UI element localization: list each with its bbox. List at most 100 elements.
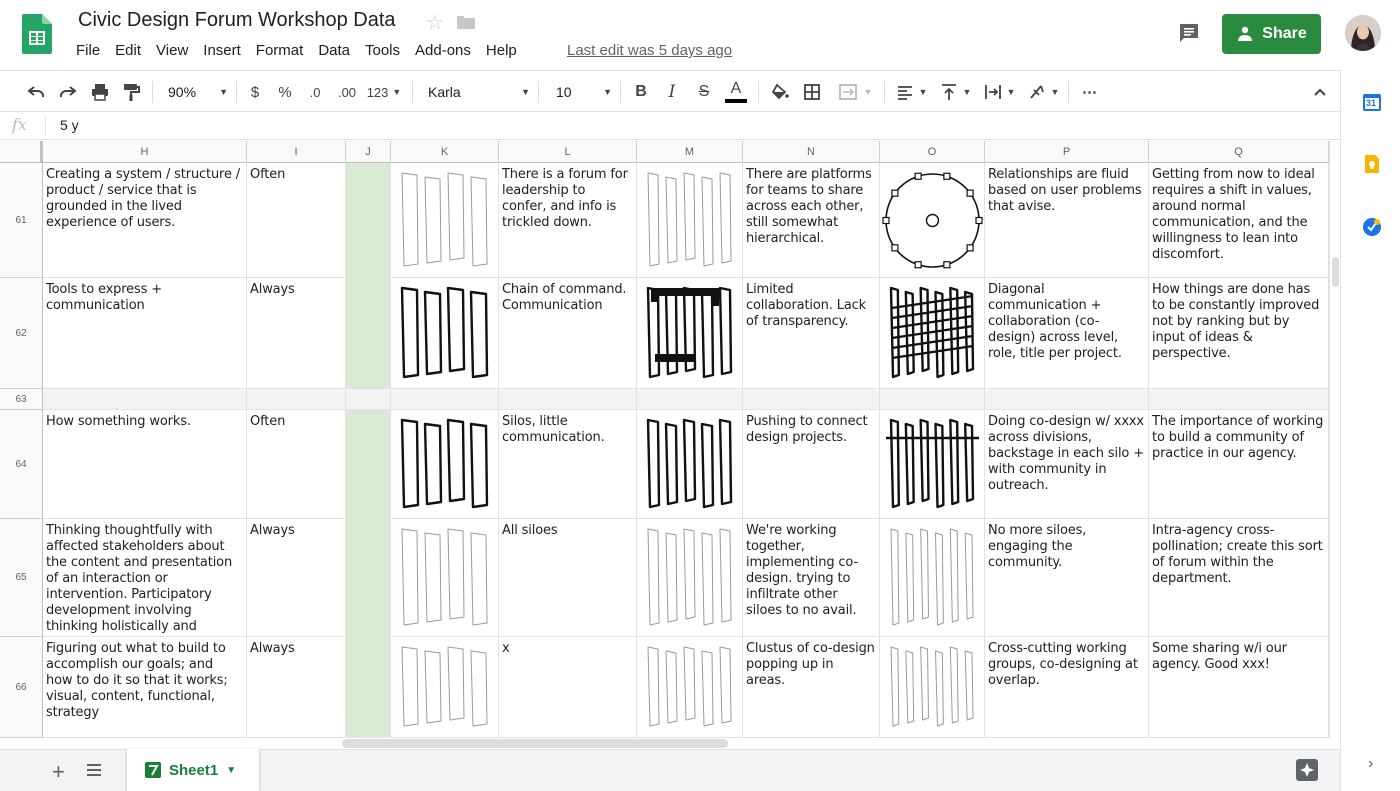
- cell-o[interactable]: [880, 278, 985, 389]
- cell-o[interactable]: [880, 637, 985, 738]
- cell-h[interactable]: How something works.: [43, 410, 247, 519]
- menu-insert[interactable]: Insert: [203, 42, 249, 59]
- cell-h[interactable]: Creating a system / structure / product …: [43, 163, 247, 278]
- percent-format-button[interactable]: %: [275, 80, 295, 104]
- row-header[interactable]: 63: [0, 389, 43, 410]
- cell-m[interactable]: [637, 163, 743, 278]
- cell-k[interactable]: [391, 637, 499, 738]
- cell-q[interactable]: How things are done has to be constantly…: [1149, 278, 1329, 389]
- more-options-icon[interactable]: ⋯: [1079, 80, 1101, 104]
- comment-history-icon[interactable]: [1177, 21, 1201, 45]
- cell-k[interactable]: [391, 389, 499, 410]
- menu-addons[interactable]: Add-ons: [415, 42, 479, 59]
- cell-i[interactable]: Often: [247, 410, 346, 519]
- column-header-j[interactable]: J: [346, 141, 391, 163]
- paint-format-button[interactable]: [119, 80, 143, 104]
- cell-m[interactable]: [637, 410, 743, 519]
- cell-h[interactable]: [43, 389, 247, 410]
- cell-j[interactable]: [346, 637, 391, 738]
- cell-p[interactable]: Doing co-design w/ xxxx across divisions…: [985, 410, 1149, 519]
- cell-l[interactable]: All siloes: [499, 519, 637, 637]
- cell-h[interactable]: Figuring out what to build to accomplish…: [43, 637, 247, 738]
- cell-n[interactable]: Clustus of co-design popping up in areas…: [743, 637, 880, 738]
- collapse-menus-button[interactable]: [1308, 80, 1332, 104]
- text-wrapping-button[interactable]: ▼: [981, 80, 1017, 104]
- cell-l[interactable]: x: [499, 637, 637, 738]
- menu-view[interactable]: View: [156, 42, 196, 59]
- cell-o[interactable]: [880, 389, 985, 410]
- row-header[interactable]: 62: [0, 278, 43, 389]
- formula-input[interactable]: 5 y: [60, 117, 79, 133]
- decrease-decimal-button[interactable]: .0: [303, 80, 327, 104]
- cell-o[interactable]: [880, 519, 985, 637]
- cell-h[interactable]: Tools to express + communication: [43, 278, 247, 389]
- column-header-k[interactable]: K: [391, 141, 499, 163]
- menu-data[interactable]: Data: [318, 42, 358, 59]
- row-header[interactable]: 64: [0, 410, 43, 519]
- explore-button[interactable]: [1296, 759, 1318, 781]
- calendar-icon[interactable]: 31: [1362, 92, 1382, 112]
- text-rotation-button[interactable]: ▼: [1024, 80, 1062, 104]
- column-header-l[interactable]: L: [499, 141, 637, 163]
- cell-p[interactable]: Relationships are fluid based on user pr…: [985, 163, 1149, 278]
- column-header-m[interactable]: M: [637, 141, 743, 163]
- column-header-p[interactable]: P: [985, 141, 1149, 163]
- cell-n[interactable]: Pushing to connect design projects.: [743, 410, 880, 519]
- cell-n[interactable]: There are platforms for teams to share a…: [743, 163, 880, 278]
- cell-l[interactable]: There is a forum for leadership to confe…: [499, 163, 637, 278]
- cell-i[interactable]: Always: [247, 278, 346, 389]
- cell-i[interactable]: Often: [247, 163, 346, 278]
- avatar[interactable]: [1345, 15, 1381, 51]
- cell-j[interactable]: [346, 519, 391, 637]
- menu-format[interactable]: Format: [256, 42, 312, 59]
- expand-panel-icon[interactable]: ›: [1368, 755, 1373, 773]
- menu-tools[interactable]: Tools: [365, 42, 408, 59]
- cell-m[interactable]: [637, 519, 743, 637]
- text-color-button[interactable]: A: [724, 80, 748, 104]
- cell-k[interactable]: [391, 519, 499, 637]
- cell-o[interactable]: [880, 163, 985, 278]
- currency-format-button[interactable]: $: [246, 80, 264, 104]
- bold-button[interactable]: B: [631, 80, 651, 104]
- column-header-i[interactable]: I: [247, 141, 346, 163]
- merge-cells-button[interactable]: ▼: [833, 80, 877, 104]
- cell-l[interactable]: Chain of command. Communication: [499, 278, 637, 389]
- column-header-h[interactable]: H: [43, 141, 247, 163]
- borders-button[interactable]: [800, 80, 824, 104]
- cell-p[interactable]: No more siloes, engaging the community.: [985, 519, 1149, 637]
- menu-file[interactable]: File: [76, 42, 108, 59]
- menu-edit[interactable]: Edit: [115, 42, 149, 59]
- cell-l[interactable]: Silos, little communication.: [499, 410, 637, 519]
- increase-decimal-button[interactable]: .00: [334, 80, 360, 104]
- keep-icon[interactable]: [1362, 154, 1382, 174]
- font-family-select[interactable]: Karla ▼: [422, 80, 530, 104]
- strikethrough-button[interactable]: S: [694, 80, 714, 104]
- row-header[interactable]: 66: [0, 637, 43, 738]
- add-sheet-icon[interactable]: +: [52, 759, 65, 785]
- fill-color-button[interactable]: [768, 80, 792, 104]
- chevron-down-icon[interactable]: ▼: [226, 765, 236, 776]
- select-all-corner[interactable]: [0, 141, 43, 163]
- column-header-o[interactable]: O: [880, 141, 985, 163]
- cell-n[interactable]: Limited collaboration. Lack of transpare…: [743, 278, 880, 389]
- tasks-icon[interactable]: [1362, 217, 1382, 237]
- undo-button[interactable]: [24, 80, 48, 104]
- all-sheets-icon[interactable]: [86, 763, 102, 777]
- cell-j[interactable]: [346, 278, 391, 389]
- cell-k[interactable]: [391, 163, 499, 278]
- row-header[interactable]: 61: [0, 163, 43, 278]
- cell-p[interactable]: Cross-cutting working groups, co-designi…: [985, 637, 1149, 738]
- cell-j[interactable]: [346, 389, 391, 410]
- star-icon[interactable]: ☆: [426, 10, 444, 35]
- cell-o[interactable]: [880, 410, 985, 519]
- cell-p[interactable]: [985, 389, 1149, 410]
- cell-i[interactable]: Always: [247, 519, 346, 637]
- vertical-scrollbar-thumb[interactable]: [1332, 257, 1339, 287]
- cell-m[interactable]: [637, 637, 743, 738]
- cell-l[interactable]: [499, 389, 637, 410]
- italic-button[interactable]: I: [662, 80, 682, 104]
- share-button[interactable]: Share: [1222, 14, 1321, 54]
- print-button[interactable]: [88, 80, 112, 104]
- cell-m[interactable]: [637, 278, 743, 389]
- cell-q[interactable]: The importance of working to build a com…: [1149, 410, 1329, 519]
